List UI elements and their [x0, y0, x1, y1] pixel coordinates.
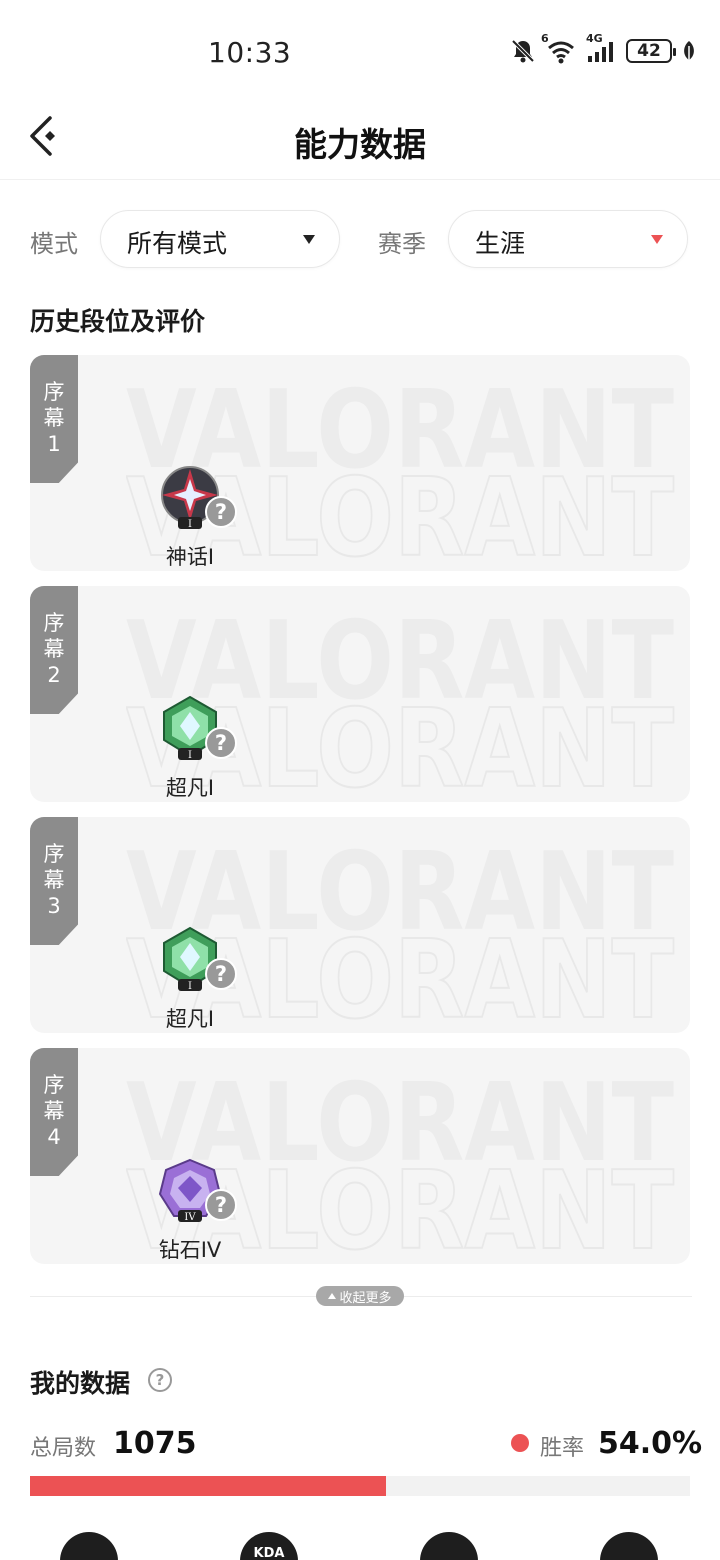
- win-rate-label: 胜率: [540, 1436, 585, 1461]
- mode-value: 所有模式: [127, 229, 228, 258]
- history-section-title: 历史段位及评价: [30, 307, 206, 336]
- season-tag: 序幕2: [30, 586, 78, 714]
- rank-name: 超凡I: [165, 776, 215, 800]
- rank-numeral: I: [188, 750, 192, 761]
- mute-bell-icon: [510, 38, 536, 64]
- wifi-icon: 6: [541, 32, 576, 64]
- season-card[interactable]: VALORANT VALORANT 序幕4 IV ? 钻石IV: [30, 1048, 690, 1264]
- page-title: 能力数据: [294, 125, 426, 164]
- season-tag-char: 序: [43, 611, 65, 635]
- season-tag-char: 幕: [43, 1099, 65, 1123]
- win-rate-dot: [511, 1434, 529, 1452]
- collapse-arrow-icon: [328, 1293, 337, 1299]
- rank-numeral: IV: [184, 1212, 196, 1223]
- rank-help-icon[interactable]: ?: [205, 958, 237, 990]
- battery-icon: 42: [626, 39, 676, 63]
- season-tag-char: 序: [43, 842, 65, 866]
- collapse-button[interactable]: 收起更多: [316, 1286, 404, 1306]
- season-tag-char: 2: [47, 663, 61, 687]
- dropdown-arrow-icon: [651, 235, 663, 244]
- kda-icon[interactable]: KDA: [240, 1532, 298, 1560]
- wifi-badge: 6: [541, 32, 549, 45]
- rank-name: 超凡I: [165, 1007, 215, 1031]
- season-label: 赛季: [378, 230, 426, 258]
- cell-signal-icon: 4G: [586, 32, 616, 64]
- season-card[interactable]: VALORANT VALORANT 序幕3 I ? 超凡I: [30, 817, 690, 1033]
- status-icons: 6 4G 42: [510, 32, 696, 64]
- status-time: 10:33: [208, 36, 292, 69]
- filter-bar: 模式 所有模式 赛季 生涯: [30, 210, 690, 268]
- total-games-value: 1075: [113, 1426, 197, 1461]
- season-card[interactable]: VALORANT VALORANT 序幕2 I ? 超凡I: [30, 586, 690, 802]
- collapse-label: 收起更多: [339, 1290, 392, 1306]
- season-value: 生涯: [475, 229, 526, 258]
- season-tag-char: 序: [43, 380, 65, 404]
- status-bar: 10:33 6 4G 42: [0, 0, 720, 100]
- stat-icon-text: KDA: [253, 1546, 285, 1560]
- win-rate-value: 54.0%: [598, 1426, 703, 1461]
- total-games-label: 总局数: [30, 1436, 97, 1461]
- gauge-icon[interactable]: [600, 1532, 658, 1560]
- season-select[interactable]: 生涯: [448, 210, 688, 268]
- season-tag: 序幕1: [30, 355, 78, 483]
- help-icon[interactable]: ?: [148, 1368, 172, 1392]
- season-card[interactable]: VALORANT VALORANT 序幕1 I ? 神话I: [30, 355, 690, 571]
- rank-help-icon[interactable]: ?: [205, 1189, 237, 1221]
- season-tag-char: 幕: [43, 406, 65, 430]
- crosshair-icon[interactable]: [420, 1532, 478, 1560]
- my-data-title: 我的数据: [30, 1369, 131, 1398]
- app-header: 能力数据: [0, 100, 720, 180]
- network-type: 4G: [586, 32, 603, 45]
- season-tag-char: 幕: [43, 637, 65, 661]
- rank-numeral: I: [188, 981, 192, 992]
- star-shield-icon[interactable]: [60, 1532, 118, 1560]
- rank-help-icon[interactable]: ?: [205, 496, 237, 528]
- rank-numeral: I: [188, 519, 192, 530]
- mode-select[interactable]: 所有模式: [100, 210, 340, 268]
- rank-name: 钻石IV: [158, 1238, 222, 1262]
- dropdown-arrow-icon: [303, 235, 315, 244]
- rank-name: 神话I: [165, 545, 215, 569]
- rank-help-icon[interactable]: ?: [205, 727, 237, 759]
- leaf-icon: [682, 40, 696, 62]
- season-tag-char: 1: [47, 432, 61, 456]
- season-tag-char: 幕: [43, 868, 65, 892]
- season-tag-char: 序: [43, 1073, 65, 1097]
- season-tag: 序幕3: [30, 817, 78, 945]
- win-rate-bar: [30, 1476, 690, 1496]
- season-tag-char: 4: [47, 1125, 61, 1149]
- season-tag-char: 3: [47, 894, 61, 918]
- season-tag: 序幕4: [30, 1048, 78, 1176]
- win-rate-bar-fill: [30, 1476, 387, 1496]
- mode-label: 模式: [30, 230, 78, 258]
